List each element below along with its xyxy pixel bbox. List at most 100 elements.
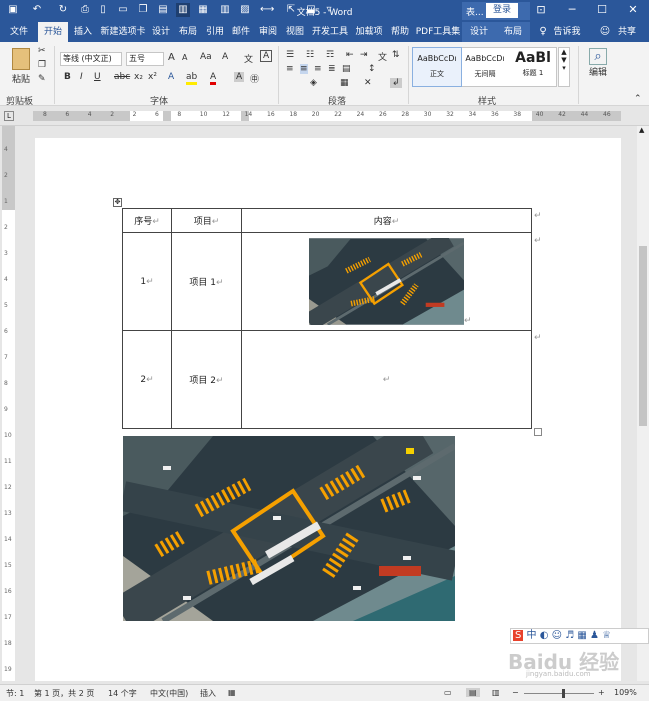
tab-mailings[interactable]: 邮件 (228, 22, 254, 42)
font-size-select[interactable]: 五号 (126, 52, 164, 66)
tab-pdf[interactable]: PDF工具集 (414, 22, 462, 42)
enclose-char-icon[interactable]: ㊥ (250, 72, 259, 85)
numbering-icon[interactable]: ☷ (306, 50, 314, 60)
tab-layout[interactable]: 布局 (174, 22, 202, 42)
read-mode-view-icon[interactable]: ▭ (444, 688, 452, 697)
table-move-handle-icon[interactable]: ✥ (113, 198, 122, 207)
zoom-in-icon[interactable]: + (598, 688, 605, 697)
subscript-icon[interactable]: x₂ (134, 72, 143, 82)
format-painter-icon[interactable]: ✎ (38, 74, 46, 84)
tab-help[interactable]: 帮助 (386, 22, 414, 42)
status-language[interactable]: 中文(中国) (150, 688, 188, 699)
align-right-icon[interactable]: ≡ (314, 64, 322, 74)
underline-icon[interactable]: U (94, 72, 101, 82)
table-header-cell[interactable]: 内容↵ (241, 208, 532, 233)
minimize-icon[interactable]: ─ (563, 3, 581, 17)
horizontal-ruler[interactable]: 8 6 4 2 2 6 8 10 12 14 16 18 20 22 24 26 28 30 32 34 36 38 40 4… (33, 111, 621, 121)
style-no-spacing[interactable]: AaBbCcDı 无间隔 (461, 48, 509, 86)
tab-developer[interactable]: 开发工具 (308, 22, 352, 42)
vertical-scrollbar[interactable]: ▲ (637, 126, 649, 681)
share-button[interactable]: 共享 (612, 22, 642, 42)
italic-icon[interactable]: I (80, 72, 83, 82)
distribute-icon[interactable]: ▤ (342, 64, 351, 74)
line-spacing-icon[interactable]: ↕ (368, 64, 376, 74)
case-icon[interactable]: Aa (200, 52, 212, 62)
tab-new[interactable]: 新建选项卡 (98, 22, 148, 42)
show-marks-icon[interactable]: ↲ (390, 78, 402, 88)
multilevel-icon[interactable]: ☶ (326, 50, 334, 60)
tab-table-design[interactable]: 设计 (462, 22, 496, 42)
borders-icon[interactable]: ▦ (340, 78, 349, 88)
align-left-icon[interactable]: ≡ (286, 64, 294, 74)
zoom-out-icon[interactable]: − (512, 688, 519, 697)
tab-file[interactable]: 文件 (4, 22, 34, 42)
tab-table-layout[interactable]: 布局 (496, 22, 530, 42)
tab-review[interactable]: 审阅 (254, 22, 282, 42)
styles-scroll[interactable]: ▲ ▼ ▾ (558, 47, 570, 87)
table-cell[interactable]: ↵ (241, 330, 532, 429)
zoom-slider-thumb[interactable] (562, 689, 565, 698)
zoom-slider[interactable] (524, 693, 594, 694)
shading-icon[interactable]: ◈ (310, 78, 317, 88)
justify-icon[interactable]: ≣ (328, 64, 336, 74)
table-cell[interactable]: 2↵ (122, 330, 172, 429)
sort-icon[interactable]: ⇅ (392, 50, 400, 60)
tab-design[interactable]: 设计 (148, 22, 174, 42)
bold-icon[interactable]: B (64, 72, 71, 82)
char-border-icon[interactable]: A (260, 50, 273, 62)
collapse-ribbon-icon[interactable]: ⌃ (634, 94, 642, 104)
clear-format-icon[interactable]: A (222, 52, 228, 62)
editing-button[interactable]: ⌕ 编辑 (586, 48, 610, 78)
table-cell[interactable] (241, 232, 532, 331)
scrollbar-thumb[interactable] (639, 246, 647, 426)
bullets-icon[interactable]: ☰ (286, 50, 294, 60)
table-cell[interactable]: 项目 2↵ (171, 330, 242, 429)
print-layout-view-icon[interactable]: ▤ (466, 688, 480, 697)
tell-me[interactable]: 告诉我 (550, 22, 584, 42)
decrease-indent-icon[interactable]: ⇤ (346, 50, 354, 60)
zoom-level[interactable]: 109% (614, 688, 637, 697)
increase-indent-icon[interactable]: ⇥ (360, 50, 368, 60)
ime-toolbar[interactable]: S 中 ◐ ☺ ♬ ▦ ♟ ♕ (510, 628, 649, 644)
tab-selector[interactable]: L (4, 111, 14, 121)
style-heading-1[interactable]: AaBl 标题 1 (509, 48, 557, 86)
aerial-photo-small[interactable] (309, 238, 464, 325)
scroll-up-icon[interactable]: ▲ (639, 126, 644, 134)
maximize-icon[interactable]: ☐ (593, 3, 611, 17)
font-color-icon[interactable]: A (210, 72, 217, 85)
tab-insert[interactable]: 插入 (70, 22, 96, 42)
text-effect-icon[interactable]: A (168, 72, 174, 82)
shrink-font-icon[interactable]: A (182, 53, 187, 62)
status-section[interactable]: 节: 1 (6, 688, 24, 699)
tab-references[interactable]: 引用 (202, 22, 228, 42)
vertical-ruler[interactable]: 4 2 1 2 3 4 5 6 7 8 9 10 11 12 13 14 15 16 17 18 19 (2, 126, 15, 681)
close-icon[interactable]: ✕ (624, 3, 642, 17)
table-header-cell[interactable]: 项目↵ (171, 208, 242, 233)
web-layout-view-icon[interactable]: ▥ (492, 688, 500, 697)
copy-small-icon[interactable]: ❐ (38, 60, 46, 70)
status-mode[interactable]: 插入 (200, 688, 216, 699)
tab-addins[interactable]: 加载项 (352, 22, 386, 42)
phonetic-icon[interactable]: 文 (244, 52, 253, 65)
highlight-icon[interactable]: ab (186, 72, 198, 85)
status-page[interactable]: 第 1 页，共 2 页 (34, 688, 94, 699)
tab-view[interactable]: 视图 (282, 22, 308, 42)
cut-icon[interactable]: ✂ (38, 46, 46, 56)
strikethrough-icon[interactable]: abc (114, 72, 130, 82)
table-header-cell[interactable]: 序号↵ (122, 208, 172, 233)
table-cell[interactable]: 1↵ (122, 232, 172, 331)
macro-icon[interactable]: ▦ (228, 688, 236, 697)
ribbon-display-icon[interactable]: ⊡ (532, 3, 550, 17)
grow-font-icon[interactable]: A (168, 52, 175, 63)
superscript-icon[interactable]: x² (148, 72, 157, 82)
table-resize-handle[interactable] (534, 428, 542, 436)
font-name-select[interactable]: 等线 (中文正) (60, 52, 122, 66)
aerial-photo-large[interactable] (123, 436, 455, 621)
char-shading-icon[interactable]: A (234, 72, 245, 82)
style-normal[interactable]: AaBbCcDı 正文 (412, 47, 462, 87)
table-cell[interactable]: 项目 1↵ (171, 232, 242, 331)
paste-button[interactable]: 粘贴 (8, 46, 34, 90)
chinese-layout-icon[interactable]: 文 (378, 50, 387, 63)
status-words[interactable]: 14 个字 (108, 688, 137, 699)
login-button[interactable]: 登录 (486, 3, 518, 18)
